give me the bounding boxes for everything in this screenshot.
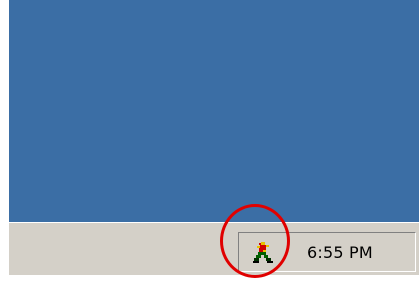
desktop-background[interactable] (9, 0, 419, 222)
screenshot-frame: 6:55 PM (0, 0, 419, 286)
taskbar-top-edge (9, 223, 419, 224)
taskbar-clock[interactable]: 6:55 PM (307, 243, 373, 262)
runner-figure-icon[interactable] (251, 241, 275, 265)
taskbar: 6:55 PM (9, 222, 419, 275)
system-tray: 6:55 PM (238, 232, 416, 272)
runner-figure-icon-graphic (253, 242, 273, 263)
